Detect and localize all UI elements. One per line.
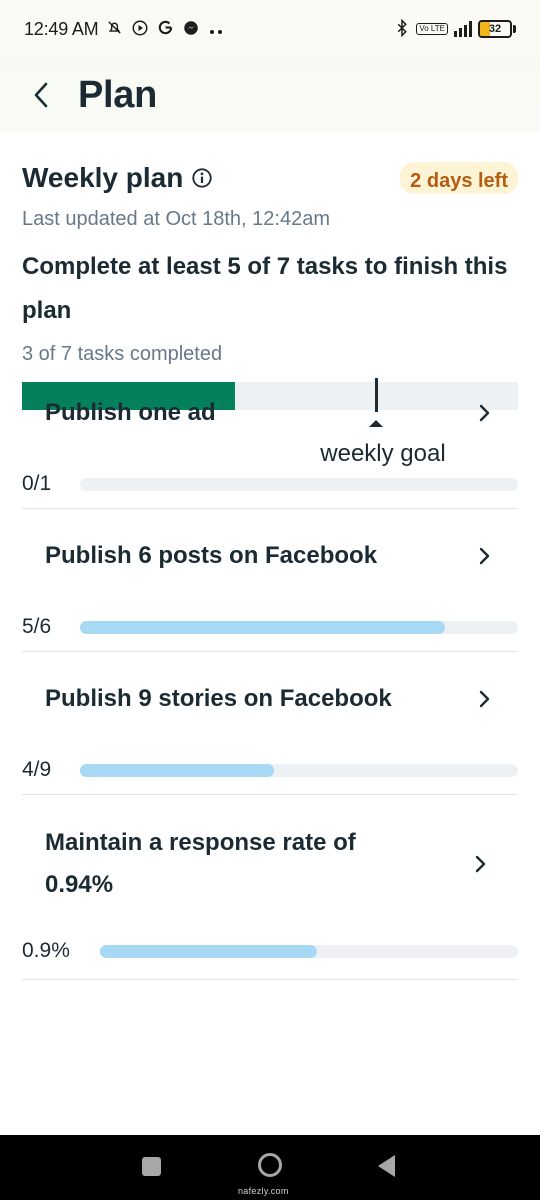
task-header: Publish 9 stories on Facebook: [22, 660, 518, 738]
page-title: Plan: [78, 73, 158, 116]
task-progress-row: 4/9: [22, 758, 518, 782]
status-right: Vo LTE 32: [394, 18, 516, 40]
google-icon: [157, 19, 174, 39]
task-progress-track: [80, 477, 518, 491]
task-progress-track: [80, 763, 518, 777]
last-updated: Last updated at Oct 18th, 12:42am: [22, 208, 330, 230]
page-header: Plan: [0, 58, 540, 132]
task-item[interactable]: Publish 6 posts on Facebook 5/6: [22, 509, 518, 652]
task-progress-row: 5/6: [22, 615, 518, 639]
recents-button[interactable]: [142, 1157, 161, 1176]
task-progress-fill: [80, 620, 445, 634]
task-title: Publish one ad: [45, 399, 216, 426]
task-item[interactable]: Maintain a response rate of 0.94% 0.9%: [22, 795, 518, 980]
status-time: 12:49 AM: [24, 18, 99, 39]
chevron-right-icon: [479, 690, 490, 708]
chevron-right-icon: [479, 404, 490, 422]
status-bar: 12:49 AM Vo LTE 32: [0, 0, 540, 58]
task-header: Publish 6 posts on Facebook: [22, 517, 518, 595]
volte-icon: Vo LTE: [416, 23, 448, 35]
watermark: nafezly.com: [238, 1186, 289, 1196]
messenger-icon: [182, 19, 200, 40]
task-count: 4/9: [22, 758, 52, 781]
task-progress-row: 0.9%: [22, 939, 518, 963]
chevron-right-icon: [479, 547, 490, 565]
goal-text: Complete at least 5 of 7 tasks to finish…: [22, 253, 508, 324]
task-progress-track: [80, 620, 518, 634]
task-count: 5/6: [22, 615, 52, 638]
status-left: 12:49 AM: [24, 19, 224, 40]
battery-icon: 32: [478, 20, 516, 38]
bell-muted-icon: [106, 19, 123, 39]
info-icon[interactable]: [191, 167, 213, 189]
system-back-button[interactable]: [378, 1155, 395, 1177]
play-circle-icon: [131, 19, 149, 40]
chevron-left-icon: [34, 82, 48, 108]
task-title: Publish 6 posts on Facebook: [45, 542, 378, 569]
tasks-completed: 3 of 7 tasks completed: [22, 343, 223, 365]
plan-title-row: Weekly plan 2 days left: [22, 158, 518, 198]
task-item[interactable]: Publish one ad 0/1: [22, 366, 518, 509]
battery-level: 32: [488, 23, 502, 35]
task-header: Maintain a response rate of 0.94%: [22, 807, 518, 921]
bluetooth-icon: [394, 18, 410, 40]
section-title: Weekly plan: [22, 162, 184, 193]
task-progress-row: 0/1: [22, 472, 518, 496]
task-count: 0.9%: [22, 939, 70, 962]
task-title: Maintain a response rate of 0.94%: [45, 829, 356, 898]
task-header: Publish one ad: [22, 374, 518, 452]
back-button[interactable]: [26, 80, 56, 110]
home-button[interactable]: [258, 1153, 282, 1177]
days-left-badge: 2 days left: [400, 162, 518, 194]
signal-icon: [454, 21, 472, 37]
task-progress-fill: [80, 763, 275, 777]
task-count: 0/1: [22, 472, 52, 495]
task-title: Publish 9 stories on Facebook: [45, 685, 392, 712]
chevron-right-icon: [475, 855, 486, 873]
task-list: Publish one ad 0/1 Publish 6 posts on Fa…: [22, 366, 518, 980]
task-item[interactable]: Publish 9 stories on Facebook 4/9: [22, 652, 518, 795]
task-progress-fill: [100, 944, 318, 958]
more-dots-icon: [208, 21, 224, 38]
task-progress-track: [100, 944, 518, 958]
